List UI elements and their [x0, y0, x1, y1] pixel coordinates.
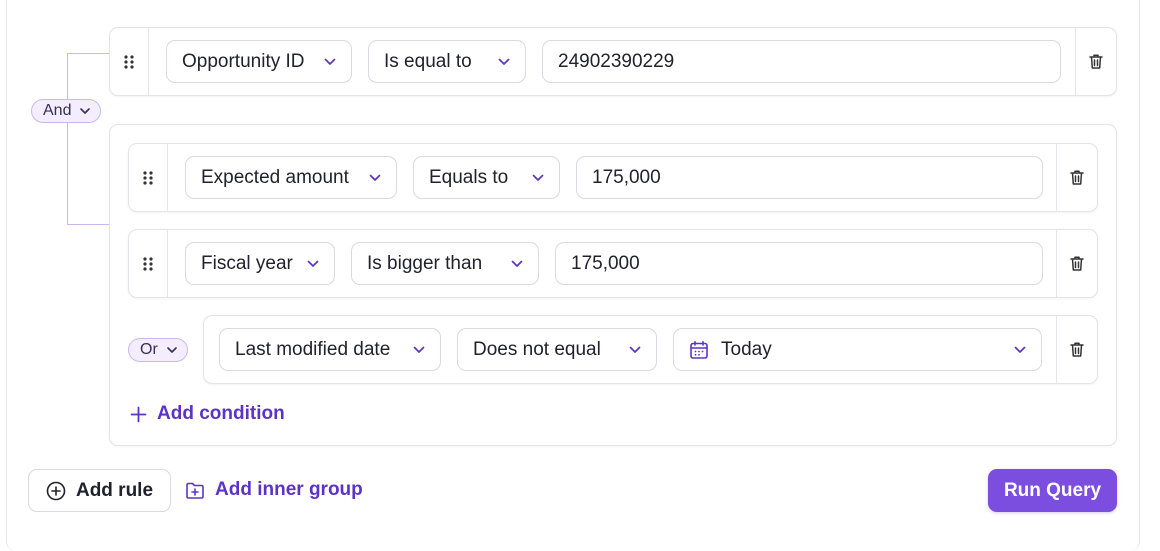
- delete-rule-button[interactable]: [1056, 316, 1097, 383]
- chevron-down-icon: [532, 174, 544, 181]
- add-condition-button[interactable]: Add condition: [130, 403, 285, 425]
- operator-select[interactable]: Does not equal: [457, 328, 657, 371]
- folder-plus-icon: [186, 482, 204, 499]
- drag-handle[interactable]: [110, 28, 149, 95]
- add-inner-group-label: Add inner group: [215, 479, 363, 500]
- calendar-icon: [690, 340, 708, 359]
- drag-handle-icon: [143, 256, 153, 271]
- drag-handle-icon: [143, 170, 153, 185]
- trash-icon: [1089, 54, 1103, 69]
- trash-icon: [1070, 256, 1084, 271]
- operator-select[interactable]: Equals to: [413, 156, 560, 199]
- combinator-label: Or: [140, 341, 158, 358]
- add-rule-label: Add rule: [75, 479, 154, 501]
- field-select-label: Expected amount: [201, 166, 349, 188]
- date-value-content: Today: [689, 339, 772, 361]
- or-combinator-select[interactable]: Or: [128, 338, 188, 362]
- value-input[interactable]: 175,000: [576, 156, 1043, 199]
- value-input[interactable]: 175,000: [555, 242, 1043, 285]
- add-condition-label: Add condition: [157, 403, 285, 424]
- operator-select[interactable]: Is equal to: [368, 40, 526, 83]
- value-input-text: 24902390229: [558, 50, 675, 72]
- field-select[interactable]: Opportunity ID: [166, 40, 352, 83]
- field-select[interactable]: Last modified date: [219, 328, 441, 371]
- add-inner-group-button[interactable]: Add inner group: [185, 479, 363, 501]
- delete-rule-button[interactable]: [1056, 230, 1097, 297]
- combinator-label: And: [43, 102, 72, 119]
- rule-row-opportunity-id: Opportunity ID Is equal to 24902390229: [109, 27, 1117, 96]
- trash-icon: [1070, 170, 1084, 185]
- rule-row-fiscal-year: Fiscal year Is bigger than 175,000: [128, 229, 1098, 298]
- operator-select-label: Does not equal: [473, 338, 601, 360]
- chevron-down-icon: [369, 174, 381, 181]
- field-select-label: Opportunity ID: [182, 50, 305, 72]
- value-input[interactable]: 24902390229: [542, 40, 1061, 83]
- delete-rule-button[interactable]: [1075, 28, 1116, 95]
- run-query-button[interactable]: Run Query: [988, 469, 1117, 512]
- run-query-label: Run Query: [1003, 479, 1102, 501]
- field-select-label: Last modified date: [235, 338, 391, 360]
- and-combinator-select[interactable]: And: [31, 99, 102, 123]
- rule-row-expected-amount: Expected amount Equals to 175,000: [128, 143, 1098, 212]
- field-select[interactable]: Fiscal year: [185, 242, 335, 285]
- operator-select-label: Is equal to: [384, 50, 472, 72]
- operator-select[interactable]: Is bigger than: [351, 242, 539, 285]
- drag-handle-icon: [124, 54, 134, 69]
- date-value-label: Today: [721, 338, 772, 360]
- and-group-bracket: [67, 53, 110, 225]
- chevron-down-icon: [629, 346, 641, 353]
- chevron-down-icon: [80, 108, 91, 114]
- chevron-down-icon: [307, 260, 319, 267]
- chevron-down-icon: [413, 346, 425, 353]
- value-input-text: 175,000: [592, 166, 661, 188]
- value-input-text: 175,000: [571, 252, 640, 274]
- chevron-down-icon: [166, 347, 177, 353]
- operator-select-label: Equals to: [429, 166, 509, 188]
- operator-select-label: Is bigger than: [367, 252, 483, 274]
- plus-circle-icon: [46, 481, 66, 500]
- drag-handle[interactable]: [129, 230, 168, 297]
- drag-handle[interactable]: [129, 144, 168, 211]
- date-value-select[interactable]: Today: [673, 328, 1042, 371]
- trash-icon: [1070, 342, 1084, 357]
- chevron-down-icon: [498, 58, 510, 65]
- add-rule-button[interactable]: Add rule: [28, 469, 171, 512]
- field-select[interactable]: Expected amount: [185, 156, 397, 199]
- rule-row-last-modified-date: Last modified date Does not equal Today: [203, 315, 1098, 384]
- field-select-label: Fiscal year: [201, 252, 293, 274]
- chevron-down-icon: [324, 58, 336, 65]
- plus-icon: [130, 406, 147, 422]
- chevron-down-icon: [511, 260, 523, 267]
- chevron-down-icon: [1014, 346, 1026, 353]
- delete-rule-button[interactable]: [1056, 144, 1097, 211]
